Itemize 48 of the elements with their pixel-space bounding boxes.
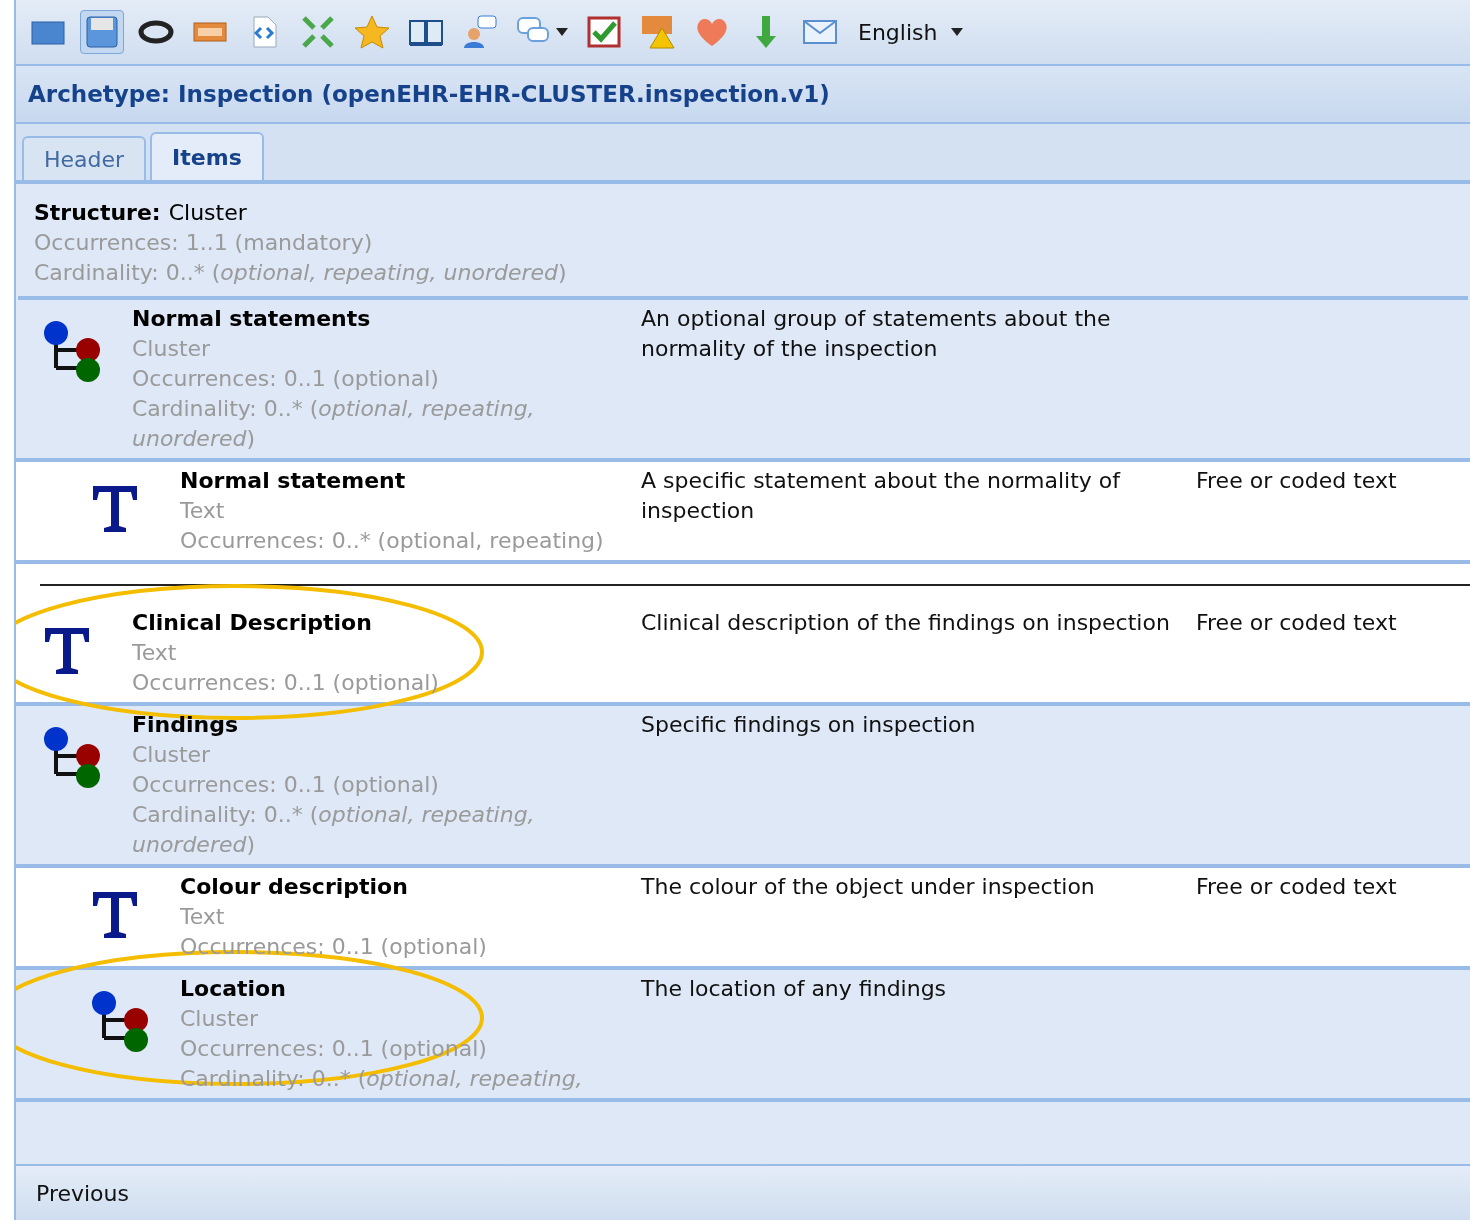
cluster-tree-icon [42, 320, 102, 384]
item-name: Colour description [180, 873, 409, 901]
item-type: Cluster [132, 335, 212, 363]
cardinality-text: Cardinality: 0..* (optional, repeating, unordered) [132, 801, 536, 859]
item-type: Cluster [180, 1005, 260, 1033]
star-icon [354, 14, 390, 50]
item-type: Cluster [132, 741, 212, 769]
item-name: Findings [132, 711, 240, 739]
occurrences-text: Occurrences: 0..1 (optional) [132, 365, 440, 393]
cluster-tree-icon [90, 990, 150, 1054]
item-datatype: Free or coded text [1196, 873, 1397, 901]
item-description: A specific statement about the normality of inspection [641, 467, 1122, 525]
structure-label: Structure: [34, 199, 161, 227]
item-name: Clinical Description [132, 609, 373, 637]
structure-value: Cluster [168, 199, 247, 227]
occurrences-text: Occurrences: 0..1 (optional) [132, 771, 440, 799]
item-description: An optional group of statements about the normality of the inspection [641, 305, 1112, 363]
item-description: The location of any findings [641, 975, 948, 1003]
previous-link[interactable]: Previous [36, 1176, 129, 1210]
caret-icon [951, 28, 964, 36]
person-speech-icon [462, 14, 498, 50]
adl-warning-icon [640, 14, 676, 50]
archetype-title: Archetype: Inspection (openEHR-EHR-CLUSTER.inspection.v1) [28, 79, 830, 109]
item-description: Specific findings on inspection [641, 711, 977, 739]
item-type: Text [132, 639, 178, 667]
language-dropdown[interactable]: English [858, 15, 964, 49]
cluster-tree-icon [42, 726, 102, 790]
save-icon [84, 14, 120, 50]
item-description: Clinical description of the findings on inspection [641, 609, 1171, 637]
item-description: The colour of the object under inspection [641, 873, 1096, 901]
item-datatype: Free or coded text [1196, 609, 1397, 637]
item-name: Location [180, 975, 287, 1003]
arrows-inward-icon [300, 14, 336, 50]
occurrences-text: Occurrences: 0..1 (optional) [132, 669, 439, 697]
item-name: Normal statements [132, 305, 372, 333]
cardinality-text: Cardinality: 0..* (optional, repeating, unordered) [34, 259, 568, 287]
occurrences-text: Occurrences: 1..1 (mandatory) [34, 229, 374, 257]
item-name: Normal statement [180, 467, 407, 495]
save-button[interactable] [80, 10, 124, 54]
item-type: Text [180, 903, 226, 931]
tab[interactable]: Items [150, 132, 264, 180]
caret-icon [556, 28, 568, 36]
item-type: Text [180, 497, 226, 525]
tab[interactable]: Header [22, 136, 147, 180]
item-datatype: Free or coded text [1196, 467, 1397, 495]
cardinality-text: Cardinality: 0..* (optional, repeating, unordered) [132, 395, 536, 453]
occurrences-text: Occurrences: 0..* (optional, repeating) [180, 527, 604, 555]
checkbox-icon [586, 14, 622, 50]
